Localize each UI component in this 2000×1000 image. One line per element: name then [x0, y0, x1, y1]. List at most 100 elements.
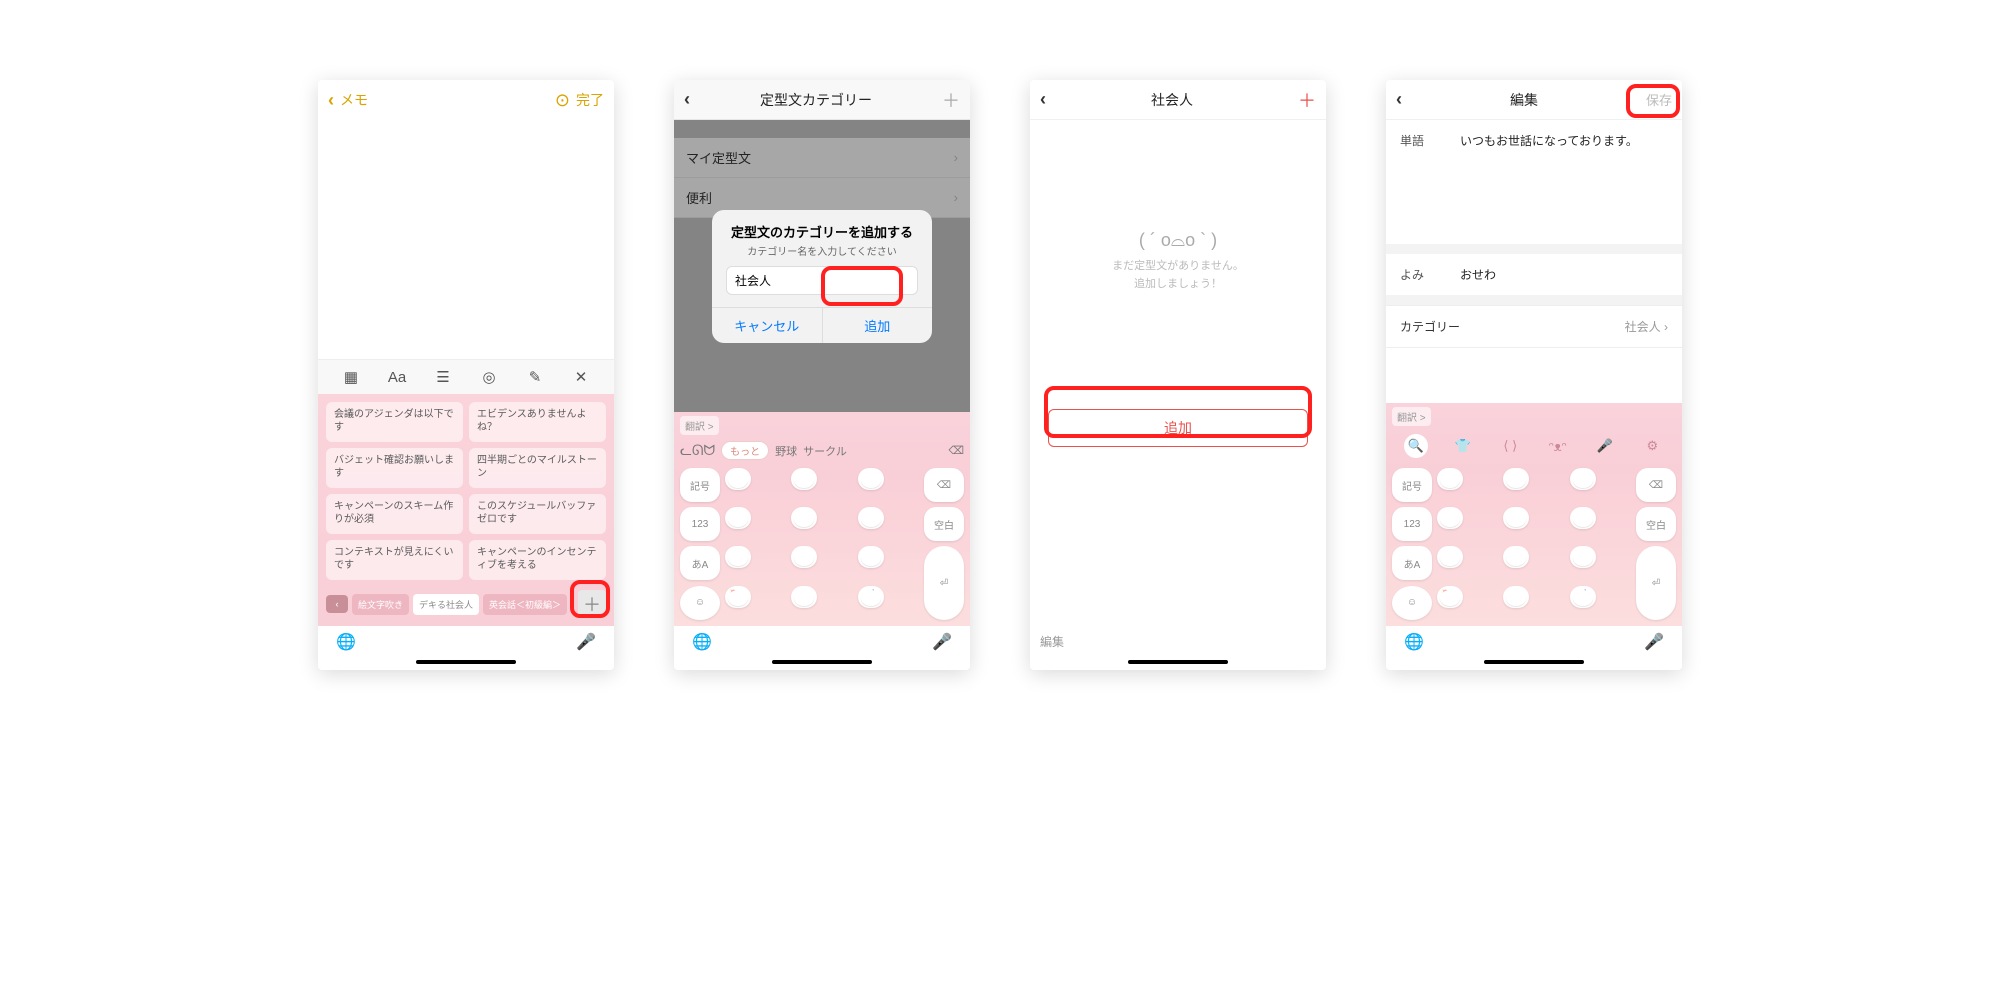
key-ha[interactable]: は: [1570, 507, 1596, 529]
key-del[interactable]: ⌫: [1636, 468, 1676, 502]
yomi-input[interactable]: おせわ: [1460, 266, 1496, 283]
key-blank[interactable]: 🍡: [1437, 586, 1463, 608]
key-sa[interactable]: さ: [1570, 468, 1596, 490]
suggestion[interactable]: 四半期ごとのマイルストーン: [469, 448, 606, 488]
key-wa[interactable]: わ: [1503, 586, 1529, 608]
key-ya[interactable]: や: [791, 546, 817, 568]
cancel-button[interactable]: キャンセル: [712, 308, 823, 343]
suggestion-word[interactable]: 野球: [775, 443, 797, 459]
key-ma[interactable]: ま: [1437, 546, 1463, 568]
search-icon[interactable]: 🔍: [1404, 434, 1428, 458]
word-row: 単語 いつもお世話になっております。: [1386, 120, 1682, 161]
key-a[interactable]: あ: [1437, 468, 1463, 490]
key-blank2[interactable]: 🧋: [858, 586, 884, 608]
screen-3-empty: ‹ 社会人 ＋ ( ´ o⌓o ` ) まだ定型文がありません。 追加しましょう…: [1030, 80, 1326, 670]
category-tabbar: ‹ 絵文字吹き デキる社会人 英会話＜初級編＞ ＋: [326, 590, 606, 618]
yomi-label: よみ: [1400, 266, 1450, 283]
word-label: 単語: [1400, 132, 1450, 149]
key-emoji[interactable]: ☺: [1392, 586, 1432, 620]
category-value: 社会人: [1625, 320, 1661, 334]
mic-icon[interactable]: 🎤: [576, 632, 596, 652]
bear-icon[interactable]: ᵔᴥᵔ: [1546, 434, 1570, 458]
key-ha[interactable]: は: [858, 507, 884, 529]
category-name-input[interactable]: 社会人: [726, 266, 918, 295]
key-a[interactable]: あ: [725, 468, 751, 490]
key-blank[interactable]: 🍡: [725, 586, 751, 608]
key-kigou[interactable]: 記号: [680, 468, 720, 502]
key-ya[interactable]: や: [1503, 546, 1529, 568]
key-aA[interactable]: あA: [1392, 546, 1432, 580]
suggestion[interactable]: キャンペーンのスキーム作りが必須: [326, 494, 463, 534]
keyboard-suggestions: 会議のアジェンダは以下です エビデンスありませんよね？ バジェット確認お願いしま…: [318, 394, 614, 626]
gear-icon[interactable]: ⚙: [1640, 434, 1664, 458]
key-ra[interactable]: ら: [1570, 546, 1596, 568]
globe-icon[interactable]: 🌐: [336, 632, 356, 652]
key-wa[interactable]: わ: [791, 586, 817, 608]
key-ma[interactable]: ま: [725, 546, 751, 568]
more-button[interactable]: もっと: [721, 441, 769, 460]
camera-icon[interactable]: ◎: [478, 366, 500, 388]
home-indicator: [416, 660, 516, 664]
add-button[interactable]: ＋: [1298, 87, 1316, 113]
brackets-icon[interactable]: ⟨ ⟩: [1498, 434, 1522, 458]
key-enter[interactable]: ⏎: [924, 546, 964, 620]
key-na[interactable]: な: [791, 507, 817, 529]
grid-icon[interactable]: ▦: [340, 366, 362, 388]
more-icon[interactable]: ⊙: [555, 90, 570, 111]
mic-icon[interactable]: 🎤: [932, 632, 952, 652]
key-enter[interactable]: ⏎: [1636, 546, 1676, 620]
translate-button[interactable]: 翻訳 >: [680, 416, 719, 435]
save-button[interactable]: 保存: [1646, 90, 1672, 109]
mic-icon[interactable]: 🎤: [1593, 434, 1617, 458]
key-kigou[interactable]: 記号: [1392, 468, 1432, 502]
key-blank2[interactable]: 🧋: [1570, 586, 1596, 608]
key-ka[interactable]: か: [1503, 468, 1529, 490]
tab-active[interactable]: デキる社会人: [413, 594, 479, 615]
globe-icon[interactable]: 🌐: [692, 632, 712, 652]
tab-emoji[interactable]: 絵文字吹き: [352, 594, 409, 615]
key-aA[interactable]: あA: [680, 546, 720, 580]
done-button[interactable]: 完了: [576, 90, 604, 110]
shirt-icon[interactable]: 👕: [1451, 434, 1475, 458]
word-input[interactable]: いつもお世話になっております。: [1460, 132, 1638, 149]
suggestion[interactable]: バジェット確認お願いします: [326, 448, 463, 488]
suggestion-word[interactable]: サークル: [803, 443, 847, 459]
add-button[interactable]: ＋: [942, 87, 960, 113]
close-icon[interactable]: ✕: [570, 366, 592, 388]
key-ta[interactable]: た: [725, 507, 751, 529]
key-na[interactable]: な: [1503, 507, 1529, 529]
tab-pink[interactable]: 英会話＜初級編＞: [483, 594, 567, 615]
edit-button[interactable]: 編集: [1030, 623, 1326, 660]
key-del[interactable]: ⌫: [924, 468, 964, 502]
add-phrase-button[interactable]: 追加: [1048, 409, 1308, 447]
key-123[interactable]: 123: [1392, 507, 1432, 541]
empty-state: ( ´ o⌓o ` ) まだ定型文がありません。 追加しましょう！: [1030, 120, 1326, 401]
add-confirm-button[interactable]: 追加: [823, 308, 933, 343]
back-tab[interactable]: ‹: [326, 595, 348, 613]
back-button[interactable]: ‹メモ: [328, 90, 368, 111]
pencil-icon[interactable]: ✎: [524, 366, 546, 388]
key-ka[interactable]: か: [791, 468, 817, 490]
key-sa[interactable]: さ: [858, 468, 884, 490]
suggestion[interactable]: コンテキストが見えにくいです: [326, 540, 463, 580]
dialog-subtitle: カテゴリー名を入力してください: [712, 241, 932, 266]
list-icon[interactable]: ☰: [432, 366, 454, 388]
key-123[interactable]: 123: [680, 507, 720, 541]
key-ta[interactable]: た: [1437, 507, 1463, 529]
add-category-button[interactable]: ＋: [578, 590, 606, 618]
category-label: カテゴリー: [1400, 318, 1460, 335]
key-ra[interactable]: ら: [858, 546, 884, 568]
key-emoji[interactable]: ☺: [680, 586, 720, 620]
category-row[interactable]: カテゴリー 社会人 ›: [1386, 305, 1682, 348]
suggestion[interactable]: エビデンスありませんよね？: [469, 402, 606, 442]
suggestion[interactable]: キャンペーンのインセンティブを考える: [469, 540, 606, 580]
home-indicator: [772, 660, 872, 664]
mic-icon[interactable]: 🎤: [1644, 632, 1664, 652]
aa-icon[interactable]: Aa: [386, 366, 408, 388]
globe-icon[interactable]: 🌐: [1404, 632, 1424, 652]
suggestion[interactable]: このスケジュールバッファゼロです: [469, 494, 606, 534]
suggestion[interactable]: 会議のアジェンダは以下です: [326, 402, 463, 442]
key-space[interactable]: 空白: [924, 507, 964, 541]
key-space[interactable]: 空白: [1636, 507, 1676, 541]
translate-button[interactable]: 翻訳 >: [1392, 407, 1431, 426]
